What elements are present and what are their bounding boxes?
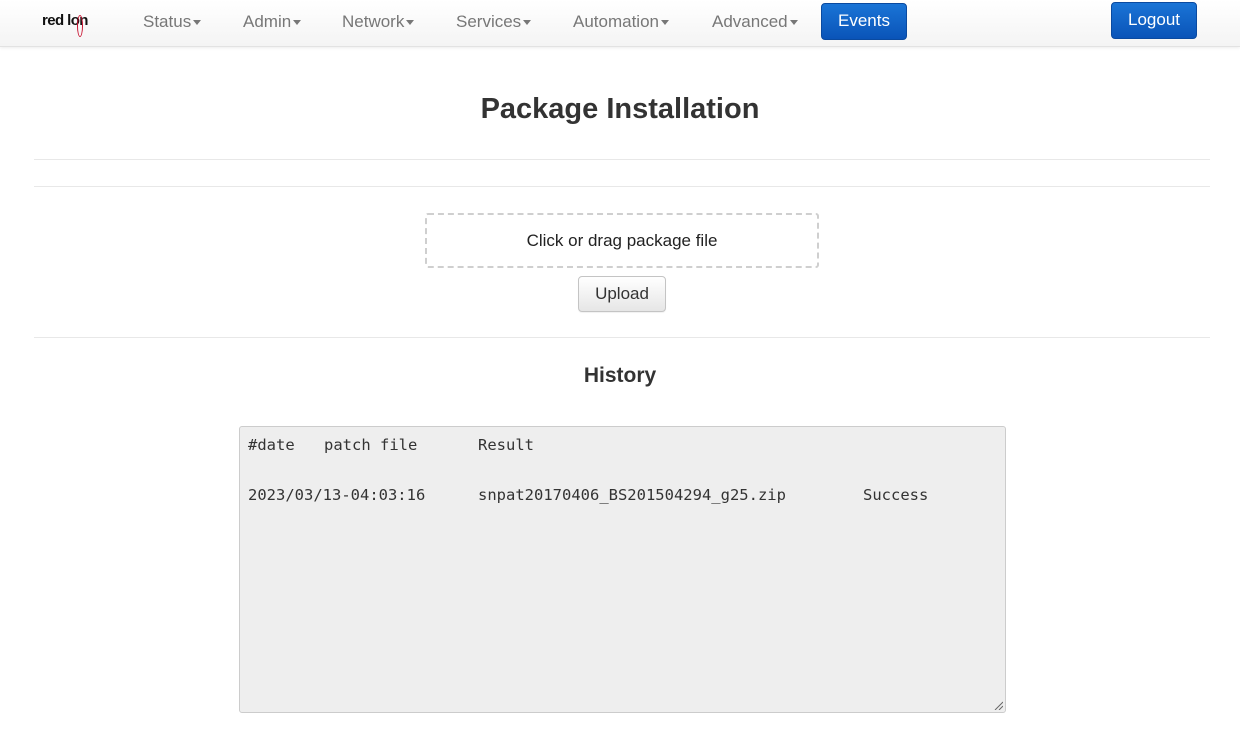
logout-button[interactable]: Logout	[1111, 2, 1197, 39]
nav-automation-label: Automation	[573, 12, 659, 31]
nav-admin-label: Admin	[243, 12, 292, 31]
history-row-result: Success	[863, 486, 929, 504]
nav-advanced-menu[interactable]: Advanced	[712, 12, 798, 34]
events-button[interactable]: Events	[821, 3, 907, 40]
page-title: Package Installation	[480, 93, 760, 125]
chevron-down-icon	[406, 20, 415, 26]
nav-status-label: Status	[143, 12, 192, 31]
red-lion-logo[interactable]: red l on	[42, 10, 88, 37]
history-textarea[interactable]: #date patch file Result 2023/03/13-04:03…	[239, 426, 1006, 713]
history-header-date: #date	[248, 436, 295, 454]
package-file-dropzone[interactable]: Click or drag package file	[425, 213, 819, 268]
nav-network-label: Network	[342, 12, 405, 31]
chevron-down-icon	[661, 20, 669, 26]
divider	[34, 337, 1210, 338]
chevron-down-icon	[523, 20, 532, 26]
nav-network-menu[interactable]: Network	[342, 12, 415, 34]
nav-automation-menu[interactable]: Automation	[573, 12, 669, 34]
divider	[34, 159, 1210, 160]
history-title: History	[583, 364, 657, 387]
chevron-down-icon	[193, 20, 202, 26]
logo-text-red-l: red l	[42, 12, 71, 29]
resize-grip-icon[interactable]	[993, 700, 1003, 710]
nav-status-menu[interactable]: Status	[143, 12, 202, 34]
chevron-down-icon	[789, 20, 798, 26]
divider	[34, 186, 1210, 187]
nav-services-menu[interactable]: Services	[456, 12, 532, 34]
top-navbar: red l on Status Admin Network Services Au…	[0, 0, 1240, 47]
nav-services-label: Services	[456, 12, 522, 31]
history-header-result: Result	[478, 436, 534, 454]
history-header-patch-file: patch file	[324, 436, 418, 454]
nav-advanced-label: Advanced	[712, 12, 788, 31]
history-row-patch-file: snpat20170406_BS201504294_g25.zip	[478, 486, 786, 504]
chevron-down-icon	[293, 20, 302, 26]
upload-button[interactable]: Upload	[578, 276, 666, 312]
history-row-date: 2023/03/13-04:03:16	[248, 486, 426, 504]
nav-admin-menu[interactable]: Admin	[243, 12, 302, 34]
